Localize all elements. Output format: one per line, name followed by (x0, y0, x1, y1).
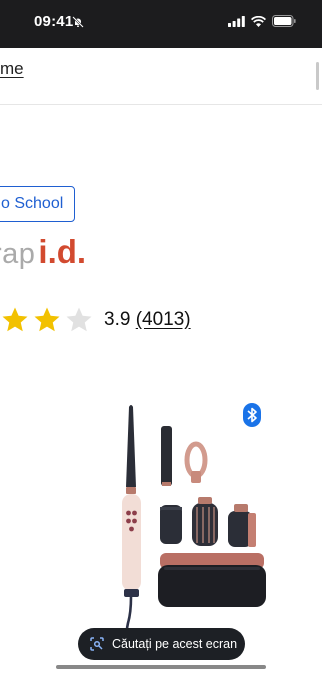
loop-attachment (184, 441, 208, 483)
brand-suffix: i.d. (38, 233, 87, 270)
status-time: 09:41 (34, 13, 74, 30)
scrollbar-thumb[interactable] (316, 62, 319, 90)
category-badge[interactable]: o School (0, 186, 75, 222)
status-bar: 09:41 (0, 0, 322, 48)
bell-slash-icon (72, 16, 84, 28)
brand-prefix: rap (0, 238, 36, 270)
signal-icon (228, 15, 245, 27)
dryer-attachment (228, 504, 256, 547)
storage-case (158, 553, 266, 607)
rating-value: 3.9 (104, 309, 131, 330)
smoothing-brush-attachment (160, 505, 182, 544)
star-filled-icon (34, 307, 60, 332)
search-screen-label: Căutați pe acest ecran (112, 637, 238, 651)
home-indicator[interactable] (56, 665, 266, 669)
rating-count-link[interactable]: (4013) (136, 309, 191, 330)
battery-icon (272, 15, 296, 27)
curling-barrel (126, 405, 136, 494)
styler-handle (122, 494, 141, 597)
product-brand: rapi.d. (0, 233, 86, 273)
lens-icon (90, 637, 104, 651)
rating-text: 3.9 (4013) (104, 309, 191, 331)
wifi-icon (251, 15, 266, 27)
rating-row: 3.9 (4013) (0, 305, 191, 335)
star-filled-icon (2, 307, 28, 332)
product-image (122, 405, 266, 645)
star-empty-icon (66, 307, 92, 332)
top-navigation: me (0, 48, 322, 105)
nav-link[interactable]: me (0, 59, 24, 79)
round-brush-attachment (192, 497, 218, 546)
small-barrel-attachment (161, 426, 172, 486)
status-icons (228, 15, 296, 27)
search-screen-button[interactable]: Căutați pe acest ecran (78, 628, 245, 660)
